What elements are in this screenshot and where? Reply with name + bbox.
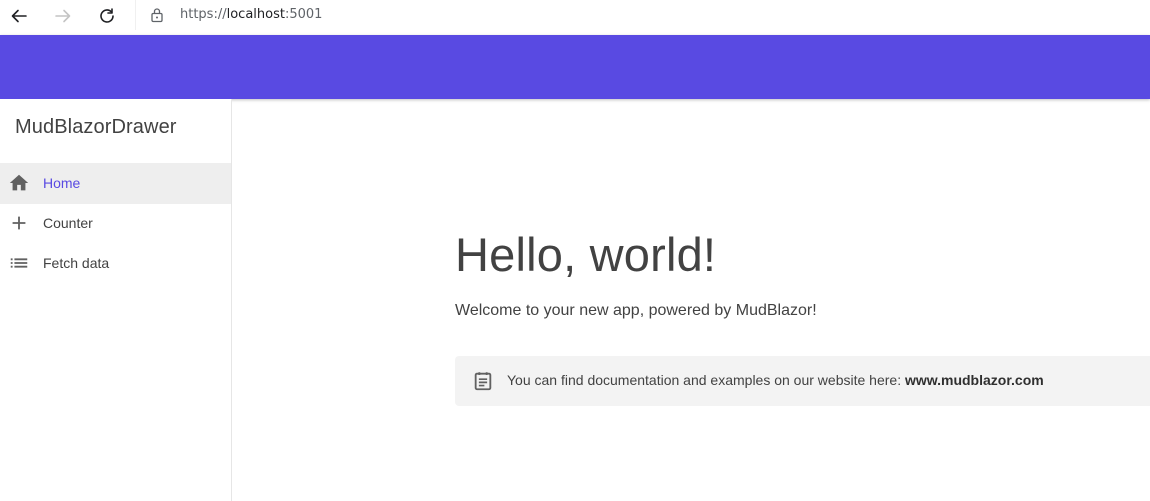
list-icon	[8, 252, 30, 274]
nav-item-counter[interactable]: Counter	[0, 203, 231, 244]
url-host: localhost	[226, 7, 285, 22]
alert-message: You can find documentation and examples …	[507, 372, 1044, 388]
nav-item-label: Fetch data	[43, 255, 110, 271]
main-content: Hello, world! Welcome to your new app, p…	[232, 99, 1150, 501]
forward-button[interactable]	[49, 3, 77, 29]
home-icon	[8, 172, 30, 194]
reload-button[interactable]	[93, 3, 121, 29]
drawer-title: MudBlazorDrawer	[15, 116, 177, 138]
nav-item-home[interactable]: Home	[0, 163, 231, 204]
refresh-icon	[100, 8, 114, 23]
app-bar	[0, 35, 1150, 99]
address-bar[interactable]: https://localhost:5001	[135, 0, 1150, 30]
page-title: Hello, world!	[455, 228, 717, 281]
plus-icon	[8, 212, 30, 234]
website-link[interactable]: www.mudblazor.com	[905, 372, 1044, 388]
url-port: :5001	[284, 7, 323, 22]
arrow-left-icon	[11, 9, 27, 23]
arrow-right-icon	[55, 9, 71, 23]
nav-item-label: Home	[43, 175, 81, 191]
url-scheme: https://	[180, 7, 227, 22]
info-alert: You can find documentation and examples …	[455, 356, 1150, 406]
alert-text: You can find documentation and examples …	[507, 372, 905, 388]
nav-item-label: Counter	[43, 215, 93, 231]
nav-drawer: MudBlazorDrawer Home Counter Fetch data	[0, 99, 232, 501]
back-button[interactable]	[5, 3, 33, 29]
nav-item-fetch-data[interactable]: Fetch data	[0, 243, 231, 284]
url-text: https://localhost:5001	[180, 7, 322, 22]
welcome-text: Welcome to your new app, powered by MudB…	[455, 302, 817, 319]
lock-icon	[151, 8, 163, 23]
document-icon	[474, 372, 492, 391]
browser-toolbar: https://localhost:5001	[0, 0, 1150, 33]
